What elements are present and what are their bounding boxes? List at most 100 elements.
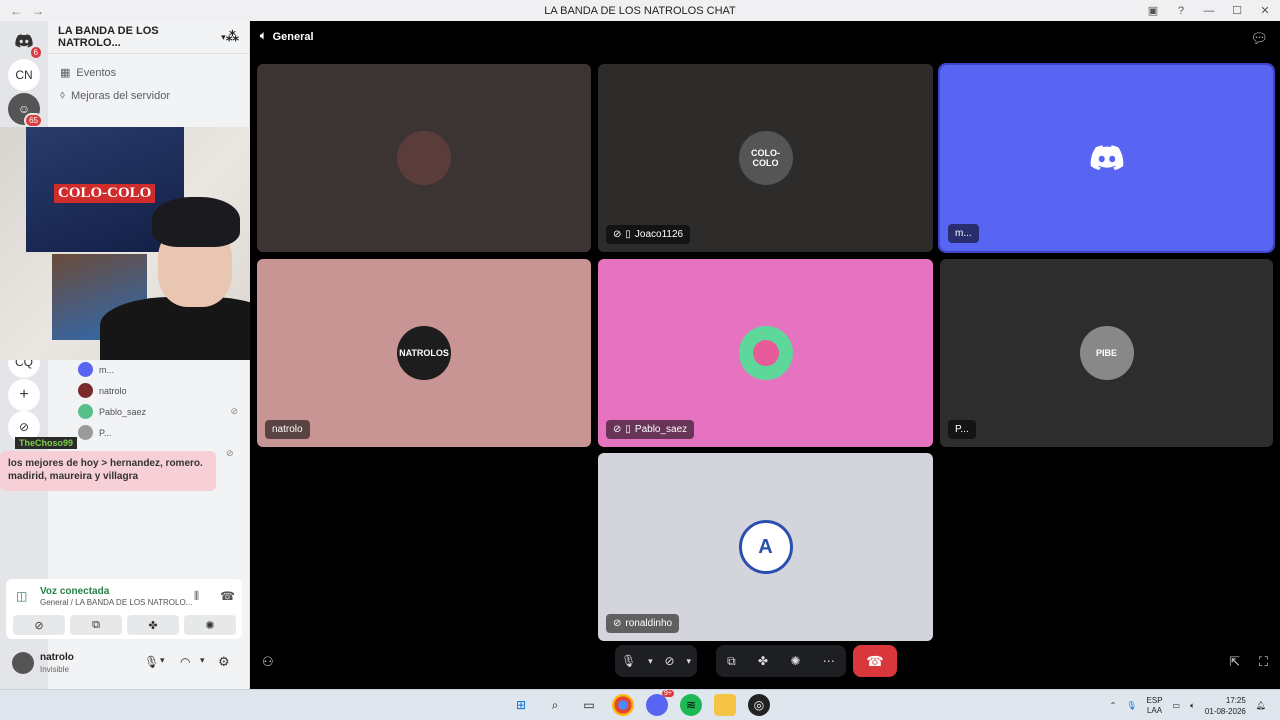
back-arrow-icon[interactable]: ← (10, 4, 22, 18)
user-panel: natrolo Invisible 🎙︎ ▾ ◠ ▾ ⚙ (12, 645, 250, 689)
camera-off-button[interactable]: ⊘ (13, 615, 65, 635)
discord-taskbar-icon[interactable]: 9+ (646, 690, 674, 716)
avatar (78, 425, 93, 440)
mic-off-icon: ⊘ (230, 406, 238, 416)
mic-icon[interactable]: 🎙︎ (621, 654, 636, 668)
mic-off-icon: ⊘ (226, 448, 234, 458)
voice-user[interactable]: P... (78, 425, 238, 440)
voice-user-name: m... (99, 364, 114, 375)
voice-user[interactable]: Pablo_saez ⊘ (78, 404, 238, 419)
sidebar-item-events[interactable]: ▦ Eventos (60, 66, 116, 80)
video-tile[interactable] (257, 64, 591, 252)
user-status: Invisible (40, 665, 69, 674)
notification-badge: 6 (28, 45, 43, 60)
tile-name-label: ⊘ ronaldinho (606, 614, 680, 633)
server-avatar[interactable]: ☺ 65 (8, 93, 43, 128)
poster-logo: COLO-COLO (54, 184, 156, 203)
add-user-icon[interactable]: ⁂ (226, 29, 239, 45)
screen-share-button[interactable]: ⧉ (70, 615, 122, 635)
activities-button[interactable]: ✤ (127, 615, 179, 635)
chevron-up-icon[interactable]: ⌃ (1110, 701, 1117, 710)
discord-logo-icon (1087, 143, 1127, 173)
video-tile[interactable]: A ⊘ ronaldinho (598, 453, 933, 641)
language-indicator[interactable]: ESP LAA (1147, 696, 1163, 716)
hang-up-button[interactable]: ☎ (853, 645, 897, 677)
notification-badge: 9+ (662, 690, 674, 697)
clock[interactable]: 17:25 01-08-2026 (1205, 695, 1246, 717)
invite-user-icon[interactable]: ⚇ (262, 654, 274, 670)
chevron-down-icon[interactable]: ▾ (648, 656, 653, 667)
avatar: A (738, 520, 793, 574)
server-cn[interactable]: CN (8, 59, 40, 91)
close-icon[interactable]: ✕ (1258, 4, 1272, 17)
channel-header: 🔈︎ General (260, 30, 314, 43)
discord-home-icon[interactable]: 6 (8, 25, 43, 60)
activities-icon: ✤ (148, 619, 158, 632)
help-icon[interactable]: ? (1174, 5, 1188, 17)
voice-user[interactable]: natrolo (78, 383, 238, 398)
popout-icon[interactable]: ⇱ (1229, 654, 1240, 670)
maximize-icon[interactable]: ☐ (1230, 4, 1244, 17)
more-icon[interactable]: ⋯ (823, 654, 835, 668)
soundboard-icon[interactable]: ✺ (790, 654, 800, 668)
network-icon[interactable]: ▭ (1173, 701, 1181, 710)
chevron-down-icon[interactable]: ▾ (687, 656, 692, 667)
chat-message: los mejores de hoy > hernandez, romero. … (0, 451, 216, 491)
sidebar-item-boosts[interactable]: ⬨ Mejoras del servidor (60, 89, 170, 102)
avatar (738, 326, 793, 380)
headphones-icon[interactable]: ◠ (180, 655, 190, 669)
voice-channel[interactable]: General / LA BANDA DE LOS NATROLO... (40, 598, 192, 607)
notifications-icon[interactable]: 🔔︎ (1256, 701, 1266, 710)
spotify-icon[interactable]: ≋ (680, 694, 702, 716)
avatar[interactable] (12, 652, 34, 674)
screen-share-icon: ⧉ (92, 618, 100, 631)
avatar-character (752, 340, 779, 366)
camera-off-icon: ⊘ (34, 619, 44, 632)
server-name: LA BANDA DE LOS NATROLO... (58, 25, 159, 49)
camera-off-icon[interactable]: ⊘ (665, 654, 675, 668)
video-tile[interactable]: PIBE P... (940, 259, 1273, 447)
mic-off-icon: ⊘ (613, 618, 622, 629)
search-icon[interactable]: ⌕ (544, 694, 566, 716)
forward-arrow-icon[interactable]: → (32, 4, 44, 18)
soundboard-button[interactable]: ✺ (184, 615, 236, 635)
voice-connected-panel: ◫ Voz conectada General / LA BANDA DE LO… (6, 579, 242, 639)
voice-user[interactable]: m... (78, 362, 238, 377)
volume-icon[interactable]: 🔈︎ (1190, 701, 1195, 711)
gear-icon[interactable]: ⚙ (218, 654, 230, 670)
fullscreen-icon[interactable]: ⛶ (1259, 654, 1268, 670)
chevron-down-icon[interactable]: ▾ (160, 655, 165, 666)
chrome-icon[interactable] (612, 694, 634, 716)
activities-icon[interactable]: ✤ (758, 654, 768, 668)
add-server-icon[interactable]: + (8, 379, 40, 411)
video-tile[interactable]: COLO-COLO ⊘ ▯ Joaco1126 (598, 64, 933, 252)
avatar: COLO-COLO (738, 131, 793, 185)
system-tray: ⌃ 🎙︎ ESP LAA ▭ 🔈︎ 17:25 01-08-2026 🔔︎ (1110, 690, 1266, 720)
voice-user-name: Pablo_saez (99, 406, 147, 417)
notification-badge: 65 (24, 113, 43, 128)
disconnect-icon[interactable]: ☎ (220, 589, 235, 603)
window-title: LA BANDA DE LOS NATROLOS CHAT (544, 4, 736, 17)
server-header[interactable]: LA BANDA DE LOS NATROLO... ▾ ⁂ (48, 21, 249, 54)
video-tile[interactable]: m... (938, 63, 1275, 253)
chat-icon[interactable]: 💬︎ (1250, 30, 1268, 47)
mic-icon[interactable]: 🎙︎ (144, 655, 159, 669)
task-view-icon[interactable]: ▭ (578, 694, 600, 716)
avatar (78, 404, 93, 419)
video-tile[interactable]: ⊘ ▯ Pablo_saez (598, 259, 933, 447)
minimize-icon[interactable]: — (1202, 5, 1216, 17)
video-tile[interactable]: NATROLOS natrolo (257, 259, 591, 447)
avatar (78, 362, 93, 377)
windows-start-icon[interactable]: ⊞ (510, 694, 532, 716)
chevron-down-icon[interactable]: ▾ (200, 655, 205, 666)
sidebar-item-label: Mejoras del servidor (70, 89, 170, 102)
screen-share-icon[interactable]: ⧉ (727, 654, 736, 669)
mic-icon[interactable]: 🎙︎ (1126, 701, 1136, 710)
obs-icon[interactable]: ◎ (748, 694, 770, 716)
file-explorer-icon[interactable] (714, 694, 736, 716)
tile-name-label: ⊘ ▯ Pablo_saez (606, 420, 695, 439)
mobile-icon: ▯ (625, 424, 631, 435)
noise-suppression-icon[interactable]: ⫴ (194, 589, 199, 604)
inbox-icon[interactable]: ▣ (1146, 4, 1160, 17)
avatar: NATROLOS (397, 326, 451, 380)
